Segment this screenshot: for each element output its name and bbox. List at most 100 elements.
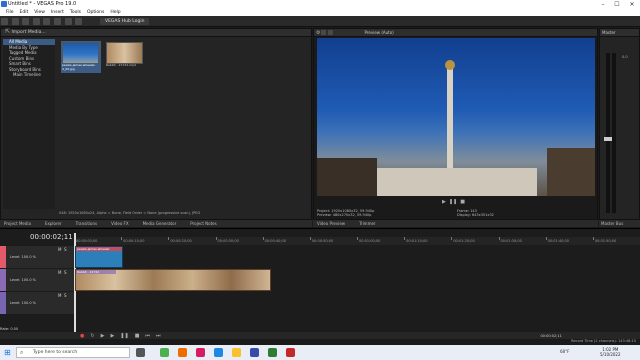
stop-icon[interactable]: ■: [135, 333, 140, 339]
ruler-tick: [168, 237, 170, 240]
rabbit-clip[interactable]: Rabbit - 21722: [75, 269, 271, 291]
tab-project-media[interactable]: Project Media: [4, 220, 31, 227]
settings-icon[interactable]: [75, 18, 83, 25]
master-bus-label[interactable]: Master Bus: [601, 221, 623, 226]
save-icon[interactable]: [22, 18, 30, 25]
maximize-icon[interactable]: ☐: [610, 0, 624, 9]
play-from-start-icon[interactable]: ▶: [101, 333, 105, 339]
clock[interactable]: 1:02 PM 5/10/2022: [600, 347, 621, 357]
timeline-area: 00:00:02;11 00:00:00;00 00:00:10;00 00:00:…: [0, 228, 640, 333]
excel-icon[interactable]: [268, 348, 277, 357]
pause-icon[interactable]: ❚❚: [120, 333, 128, 339]
master-bus-panel: Master 0.0: [599, 28, 640, 220]
chrome-icon[interactable]: [160, 348, 169, 357]
go-to-start-icon[interactable]: ⏮: [145, 333, 150, 339]
preview-transport: ▶ ❚❚ ■: [442, 199, 465, 205]
render-icon[interactable]: [32, 18, 40, 25]
ruler-label: 00:00:00;00: [76, 239, 98, 243]
track-color-3: [0, 292, 6, 314]
photo-clip[interactable]: pexels-james-wheeler: [75, 246, 123, 268]
file-explorer-icon[interactable]: [232, 348, 241, 357]
track-header-3[interactable]: Level: 100.0 % M S: [0, 292, 74, 314]
preview-frame-image: [317, 38, 595, 196]
task-view-icon[interactable]: [136, 348, 145, 357]
mute-icon[interactable]: M: [58, 247, 61, 252]
loop-icon[interactable]: ↻: [90, 333, 94, 339]
tab-video-preview[interactable]: Video Preview: [317, 220, 345, 227]
import-media-label[interactable]: Import Media...: [11, 30, 45, 35]
master-fader[interactable]: [604, 137, 612, 141]
properties-icon[interactable]: [43, 18, 51, 25]
ruler-tick: [498, 237, 500, 240]
menu-tools[interactable]: Tools: [70, 9, 81, 16]
split-screen-icon[interactable]: [321, 30, 327, 35]
app-red-icon[interactable]: [286, 348, 295, 357]
media-item-photo[interactable]: pexels-james-wheeler-4_00.jpg: [61, 41, 101, 73]
track-header-1[interactable]: Level: 100.0 % M S: [0, 246, 74, 268]
preview-settings-icon[interactable]: ⚙: [316, 30, 320, 36]
solo-icon[interactable]: S: [64, 247, 67, 252]
go-to-end-icon[interactable]: ⏭: [156, 333, 161, 339]
right-tabs: Video Preview Trimmer: [313, 220, 598, 227]
video-filename: Rabbit - 21722.mp4: [106, 63, 136, 67]
taskbar-search-box[interactable]: ⌕ Type here to search: [16, 347, 130, 358]
solo-icon[interactable]: S: [64, 293, 67, 298]
master-db-value: 0.0: [622, 55, 628, 59]
menu-help[interactable]: Help: [110, 9, 120, 16]
open-icon[interactable]: [11, 18, 19, 25]
ruler-tick: [451, 237, 453, 240]
ruler-label: 00:01:30;00: [500, 239, 522, 243]
tab-explorer[interactable]: Explorer: [45, 220, 62, 227]
timeline-ruler[interactable]: 00:00:00;00 00:00:10;00 00:00:20;00 00:00:3…: [74, 237, 640, 245]
edge-icon[interactable]: [214, 348, 223, 357]
display-info: Display: 643x351x32: [457, 213, 494, 217]
vegas-taskbar-icon[interactable]: [250, 348, 259, 357]
window-title: Untitled * - VEGAS Pro 19.0: [8, 1, 77, 7]
vegas-hub-login-button[interactable]: VEGAS Hub Login: [100, 18, 150, 25]
preview-quality-dropdown[interactable]: Preview (Auto): [364, 29, 393, 37]
firefox-icon[interactable]: [196, 348, 205, 357]
title-bar: Untitled * - VEGAS Pro 19.0 – ☐ ✕: [0, 0, 640, 9]
tree-item-main-timeline[interactable]: Main Timeline: [3, 72, 55, 78]
menu-edit[interactable]: Edit: [20, 9, 29, 16]
close-icon[interactable]: ✕: [625, 0, 639, 9]
brave-icon[interactable]: [178, 348, 187, 357]
undo-icon[interactable]: [53, 18, 61, 25]
play-icon[interactable]: ▶: [110, 333, 114, 339]
tab-video-fx[interactable]: Video FX: [111, 220, 129, 227]
tab-media-generator[interactable]: Media Generator: [143, 220, 177, 227]
tab-transitions[interactable]: Transitions: [76, 220, 97, 227]
mute-icon[interactable]: M: [58, 270, 61, 275]
menu-view[interactable]: View: [34, 9, 45, 16]
play-icon[interactable]: ▶: [442, 199, 446, 205]
app-icon: [1, 1, 7, 7]
overlay-icon[interactable]: [328, 30, 334, 35]
solo-icon[interactable]: S: [64, 270, 67, 275]
import-icon[interactable]: ⇱: [5, 29, 10, 35]
tree-left: [317, 158, 377, 196]
tab-project-notes[interactable]: Project Notes: [190, 220, 217, 227]
menu-options[interactable]: Options: [87, 9, 104, 16]
record-icon[interactable]: ●: [80, 333, 84, 339]
tree-right: [547, 148, 595, 196]
menu-file[interactable]: File: [6, 9, 14, 16]
photo-filename: pexels-james-wheeler-4_00.jpg: [62, 63, 96, 71]
menu-insert[interactable]: Insert: [51, 9, 64, 16]
media-item-video[interactable]: Rabbit - 21722.mp4: [105, 41, 145, 73]
transport-timecode: 00:00:02;11: [540, 333, 562, 338]
stop-icon[interactable]: ■: [460, 199, 465, 205]
redo-icon[interactable]: [64, 18, 72, 25]
preview-info: Preview: 480x270x32, 59.940p: [317, 213, 372, 217]
track-color-1: [0, 246, 6, 268]
tab-trimmer[interactable]: Trimmer: [359, 220, 376, 227]
mute-icon[interactable]: M: [58, 293, 61, 298]
windows-start-icon[interactable]: ⊞: [4, 348, 11, 357]
track-header-2[interactable]: Level: 100.0 % M S: [0, 269, 74, 291]
clock-date: 5/10/2022: [600, 352, 621, 357]
preview-info-left: Project: 1920x1080x32, 59.940p Preview: …: [317, 209, 374, 217]
pause-icon[interactable]: ❚❚: [449, 199, 457, 205]
new-icon[interactable]: [1, 18, 8, 25]
minimize-icon[interactable]: –: [596, 0, 610, 9]
main-toolbar: [0, 16, 640, 27]
ruler-label: 00:00:50;00: [311, 239, 334, 243]
